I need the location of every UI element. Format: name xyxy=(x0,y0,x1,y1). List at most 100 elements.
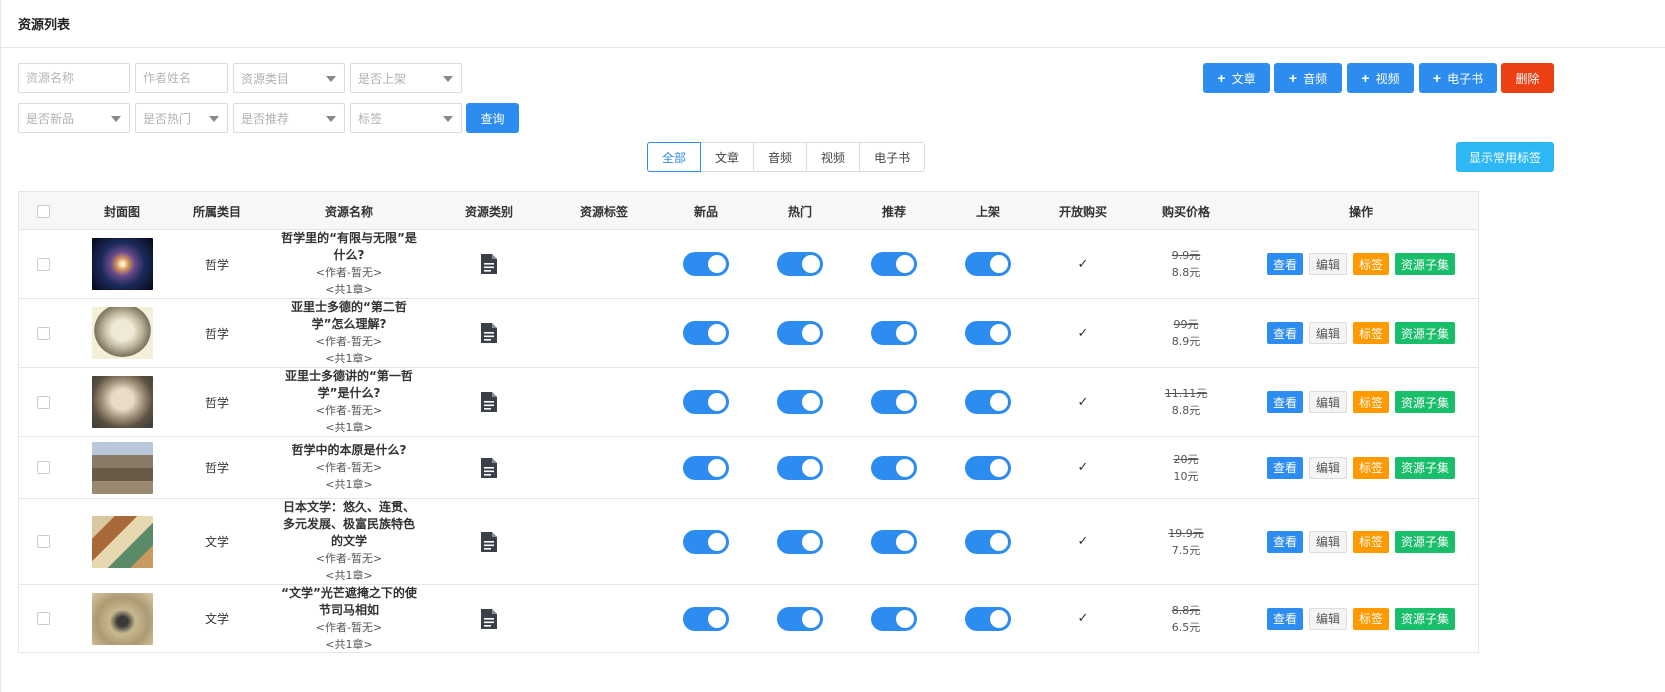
table-row: 哲学 哲学里的“有限与无限”是什么? <作者-暂无> <共1章> ✓ 9.9元 8.8元 查看… xyxy=(19,230,1478,299)
edit-button[interactable]: 编辑 xyxy=(1308,456,1347,479)
subset-button[interactable]: 资源子集 xyxy=(1395,391,1456,413)
tab-1[interactable]: 文章 xyxy=(700,142,755,172)
add-audio-button[interactable]: + 音频 xyxy=(1274,63,1342,93)
author-name-input[interactable] xyxy=(143,64,227,92)
tab-4[interactable]: 电子书 xyxy=(859,142,926,172)
on_shelf-cell xyxy=(948,437,1028,498)
subset-button[interactable]: 资源子集 xyxy=(1395,456,1456,479)
select-all-checkbox[interactable] xyxy=(36,204,50,218)
on_shelf-toggle[interactable] xyxy=(965,455,1011,480)
price-cell: 19.9元 7.5元 xyxy=(1136,499,1236,584)
checkmark-icon: ✓ xyxy=(1077,611,1089,626)
tag-button[interactable]: 标签 xyxy=(1353,456,1390,479)
is-recommend-select[interactable]: 是否推荐 xyxy=(233,103,345,133)
new-cell xyxy=(666,230,746,298)
new-toggle[interactable] xyxy=(683,390,729,414)
tab-3[interactable]: 视频 xyxy=(806,142,861,172)
tag-button[interactable]: 标签 xyxy=(1353,607,1390,630)
edit-button[interactable]: 编辑 xyxy=(1308,391,1347,413)
hot-toggle[interactable] xyxy=(777,529,823,554)
on_shelf-toggle[interactable] xyxy=(965,529,1011,554)
subset-button[interactable]: 资源子集 xyxy=(1395,530,1456,553)
on_shelf-toggle[interactable] xyxy=(965,252,1011,276)
new-toggle[interactable] xyxy=(683,455,729,480)
add-video-button[interactable]: + 视频 xyxy=(1347,63,1414,93)
add-ebook-button[interactable]: + 电子书 xyxy=(1419,63,1497,93)
resource-author: <作者-暂无> xyxy=(315,620,383,634)
tags-cell xyxy=(554,230,654,298)
resource-chapters: <共1章> xyxy=(325,478,373,491)
add-article-label: 文章 xyxy=(1231,71,1256,86)
new-toggle[interactable] xyxy=(683,606,729,631)
show-common-tags-button[interactable]: 显示常用标签 xyxy=(1456,142,1554,172)
hot-toggle[interactable] xyxy=(777,455,823,480)
on_shelf-toggle[interactable] xyxy=(965,390,1011,414)
recommend-toggle[interactable] xyxy=(871,321,917,345)
recommend-cell xyxy=(854,230,934,298)
on_shelf-toggle[interactable] xyxy=(965,321,1011,345)
add-article-button[interactable]: + 文章 xyxy=(1203,63,1270,93)
hot-cell xyxy=(760,437,840,498)
resource-name-input[interactable] xyxy=(26,64,129,92)
hot-toggle[interactable] xyxy=(777,606,823,631)
tag-button[interactable]: 标签 xyxy=(1353,322,1390,344)
is-new-select[interactable]: 是否新品 xyxy=(18,103,130,133)
view-button[interactable]: 查看 xyxy=(1266,456,1303,479)
tag-button[interactable]: 标签 xyxy=(1353,530,1390,553)
subset-button[interactable]: 资源子集 xyxy=(1395,322,1456,344)
recommend-toggle[interactable] xyxy=(871,606,917,631)
plus-icon: + xyxy=(1288,70,1298,86)
on-shelf-select[interactable]: 是否上架 xyxy=(350,63,462,93)
row-checkbox[interactable] xyxy=(36,535,50,548)
author-name-field[interactable] xyxy=(135,63,228,93)
cover-cell xyxy=(82,299,162,367)
view-button[interactable]: 查看 xyxy=(1266,253,1303,275)
delete-button[interactable]: 删除 xyxy=(1501,63,1554,93)
recommend-toggle[interactable] xyxy=(871,529,917,554)
is-hot-select[interactable]: 是否热门 xyxy=(135,103,228,133)
category-cell: 文学 xyxy=(167,585,267,652)
hot-toggle[interactable] xyxy=(777,252,823,276)
new-toggle[interactable] xyxy=(683,321,729,345)
tag-select[interactable]: 标签 xyxy=(350,103,462,133)
type-cell xyxy=(459,230,519,298)
row-checkbox[interactable] xyxy=(36,257,50,271)
view-button[interactable]: 查看 xyxy=(1266,391,1303,413)
subset-button[interactable]: 资源子集 xyxy=(1395,253,1456,275)
edit-button[interactable]: 编辑 xyxy=(1308,322,1347,344)
view-button[interactable]: 查看 xyxy=(1266,530,1303,553)
edit-button[interactable]: 编辑 xyxy=(1308,253,1347,275)
edit-button[interactable]: 编辑 xyxy=(1308,530,1347,553)
is-new-select-value: 是否新品 xyxy=(26,111,75,126)
resource-title: 日本文学：悠久、连贯、多元发展、极富民族特色的文学 xyxy=(282,500,415,548)
search-button[interactable]: 查询 xyxy=(466,103,519,133)
tags-cell xyxy=(554,437,654,498)
row-checkbox[interactable] xyxy=(36,326,50,340)
on_shelf-toggle[interactable] xyxy=(965,606,1011,631)
recommend-toggle[interactable] xyxy=(871,252,917,276)
resource-name-field[interactable] xyxy=(18,63,130,93)
column-header-1: 所属类目 xyxy=(192,204,241,219)
row-checkbox[interactable] xyxy=(36,612,50,625)
tag-button[interactable]: 标签 xyxy=(1353,391,1390,413)
row-checkbox[interactable] xyxy=(36,461,50,474)
resource-type-tabs: 全部 文章 音频 视频 电子书 xyxy=(647,142,926,172)
row-checkbox[interactable] xyxy=(36,395,50,409)
subset-button[interactable]: 资源子集 xyxy=(1395,607,1456,630)
recommend-toggle[interactable] xyxy=(871,390,917,414)
recommend-toggle[interactable] xyxy=(871,455,917,480)
new-toggle[interactable] xyxy=(683,252,729,276)
edit-button[interactable]: 编辑 xyxy=(1308,607,1347,630)
price-cell: 9.9元 8.8元 xyxy=(1136,230,1236,298)
tab-0[interactable]: 全部 xyxy=(647,142,702,172)
tag-button[interactable]: 标签 xyxy=(1353,253,1390,275)
view-button[interactable]: 查看 xyxy=(1266,322,1303,344)
hot-toggle[interactable] xyxy=(777,390,823,414)
recommend-cell xyxy=(854,299,934,367)
view-button[interactable]: 查看 xyxy=(1266,607,1303,630)
resource-author: <作者-暂无> xyxy=(315,335,383,348)
category-select[interactable]: 资源类目 xyxy=(233,63,345,93)
new-toggle[interactable] xyxy=(683,529,729,554)
hot-toggle[interactable] xyxy=(777,321,823,345)
tab-2[interactable]: 音频 xyxy=(753,142,808,172)
